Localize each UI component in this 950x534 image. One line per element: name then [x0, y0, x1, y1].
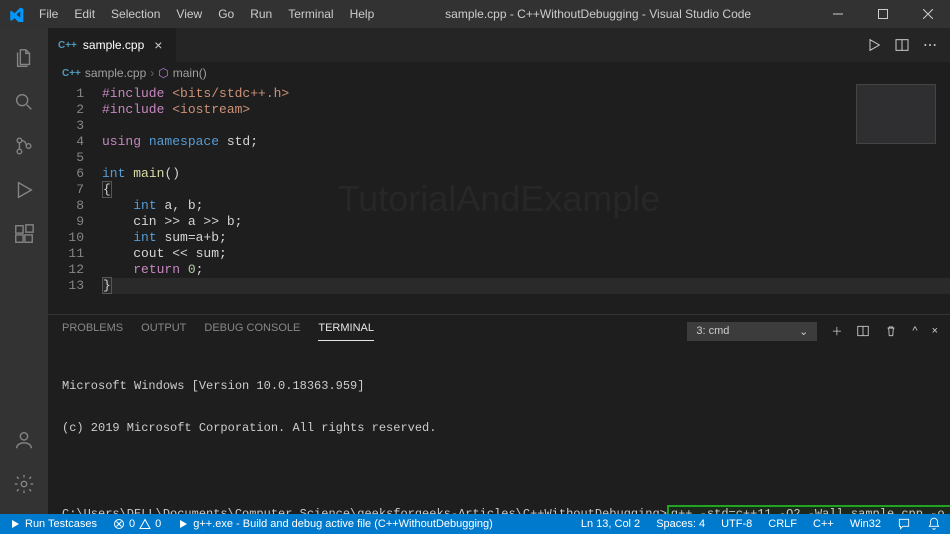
cpp-file-icon: C++: [58, 40, 77, 51]
search-icon[interactable]: [0, 80, 48, 124]
terminal-command-highlight: g++ -std=c++11 -O2 -Wall sample.cpp -o s…: [667, 505, 950, 514]
tab-problems[interactable]: PROBLEMS: [62, 322, 123, 340]
function-icon: ⬡: [158, 66, 168, 80]
source-control-icon[interactable]: [0, 124, 48, 168]
menu-view[interactable]: View: [169, 3, 209, 25]
kill-terminal-icon[interactable]: [884, 324, 898, 338]
more-actions-icon[interactable]: [922, 37, 938, 53]
maximize-button[interactable]: [860, 0, 905, 28]
breadcrumb[interactable]: C++ sample.cpp › ⬡ main(): [48, 62, 950, 84]
window-controls: [815, 0, 950, 28]
activity-bar: [0, 28, 48, 514]
title-bar: File Edit Selection View Go Run Terminal…: [0, 0, 950, 28]
build-task-label: g++.exe - Build and debug active file (C…: [193, 518, 493, 530]
window-title: sample.cpp - C++WithoutDebugging - Visua…: [381, 7, 815, 21]
editor-area: C++ sample.cpp × C++ sample.cpp › ⬡ main…: [48, 28, 950, 514]
terminal-line: Microsoft Windows [Version 10.0.18363.95…: [62, 379, 936, 393]
terminal-line: (c) 2019 Microsoft Corporation. All righ…: [62, 421, 936, 435]
close-panel-icon[interactable]: ×: [932, 325, 938, 337]
minimap[interactable]: [856, 84, 936, 144]
run-debug-icon[interactable]: [0, 168, 48, 212]
panel-controls: 3: cmd ⌄ ＋ ^ ×: [687, 322, 950, 341]
tab-output[interactable]: OUTPUT: [141, 322, 186, 340]
eol-status[interactable]: CRLF: [765, 514, 800, 534]
status-bar: Run Testcases 0 0 g++.exe - Build and de…: [0, 514, 950, 534]
maximize-panel-icon[interactable]: ^: [912, 325, 917, 337]
code-content[interactable]: #include <bits/stdc++.h>#include <iostre…: [102, 84, 950, 314]
settings-gear-icon[interactable]: [0, 462, 48, 506]
extensions-icon[interactable]: [0, 212, 48, 256]
menu-terminal[interactable]: Terminal: [281, 3, 340, 25]
encoding-status[interactable]: UTF-8: [718, 514, 755, 534]
menu-help[interactable]: Help: [343, 3, 382, 25]
warning-count: 0: [155, 518, 161, 530]
close-tab-icon[interactable]: ×: [150, 37, 166, 53]
run-testcases-button[interactable]: Run Testcases: [6, 514, 100, 534]
menu-edit[interactable]: Edit: [67, 3, 102, 25]
indentation-status[interactable]: Spaces: 4: [653, 514, 708, 534]
language-mode[interactable]: C++: [810, 514, 837, 534]
bottom-panel: PROBLEMS OUTPUT DEBUG CONSOLE TERMINAL 3…: [48, 314, 950, 514]
error-count: 0: [129, 518, 135, 530]
close-button[interactable]: [905, 0, 950, 28]
panel-tabs: PROBLEMS OUTPUT DEBUG CONSOLE TERMINAL 3…: [48, 315, 950, 347]
terminal-selector-label: 3: cmd: [696, 325, 729, 337]
line-number-gutter: 12345678910111213: [48, 84, 102, 314]
terminal-selector[interactable]: 3: cmd ⌄: [687, 322, 817, 341]
cursor-position[interactable]: Ln 13, Col 2: [578, 514, 643, 534]
split-terminal-icon[interactable]: [856, 324, 870, 338]
chevron-right-icon: ›: [150, 66, 154, 80]
terminal-line: C:\Users\DELL\Documents\Computer_Science…: [62, 505, 936, 514]
tab-terminal[interactable]: TERMINAL: [318, 322, 374, 341]
terminal-line: [62, 463, 936, 477]
terminal-command: g++ -std=c++11 -O2 -Wall sample.cpp -o s…: [671, 507, 950, 514]
breadcrumb-file[interactable]: sample.cpp: [85, 66, 146, 80]
vscode-logo-icon: [8, 6, 24, 22]
tab-label: sample.cpp: [83, 38, 144, 52]
breadcrumb-symbol[interactable]: main(): [173, 66, 207, 80]
explorer-icon[interactable]: [0, 36, 48, 80]
notifications-icon[interactable]: [924, 514, 944, 534]
terminal-body[interactable]: Microsoft Windows [Version 10.0.18363.95…: [48, 347, 950, 514]
cpp-file-icon: C++: [62, 68, 81, 79]
new-terminal-icon[interactable]: ＋: [831, 323, 842, 339]
build-task-button[interactable]: g++.exe - Build and debug active file (C…: [174, 514, 496, 534]
platform-status[interactable]: Win32: [847, 514, 884, 534]
code-editor[interactable]: TutorialAndExample 12345678910111213 #in…: [48, 84, 950, 314]
terminal-prompt: C:\Users\DELL\Documents\Computer_Science…: [62, 507, 667, 514]
tab-debug-console[interactable]: DEBUG CONSOLE: [204, 322, 300, 340]
chevron-down-icon: ⌄: [799, 325, 808, 338]
menu-bar: File Edit Selection View Go Run Terminal…: [32, 3, 381, 25]
feedback-icon[interactable]: [894, 514, 914, 534]
menu-run[interactable]: Run: [243, 3, 279, 25]
minimize-button[interactable]: [815, 0, 860, 28]
split-editor-icon[interactable]: [894, 37, 910, 53]
run-file-icon[interactable]: [866, 37, 882, 53]
account-icon[interactable]: [0, 418, 48, 462]
problems-status[interactable]: 0 0: [110, 514, 164, 534]
editor-actions: [866, 37, 950, 53]
run-testcases-label: Run Testcases: [25, 518, 97, 530]
tab-sample-cpp[interactable]: C++ sample.cpp ×: [48, 28, 176, 62]
menu-file[interactable]: File: [32, 3, 65, 25]
menu-go[interactable]: Go: [211, 3, 241, 25]
menu-selection[interactable]: Selection: [104, 3, 167, 25]
editor-tabs: C++ sample.cpp ×: [48, 28, 950, 62]
